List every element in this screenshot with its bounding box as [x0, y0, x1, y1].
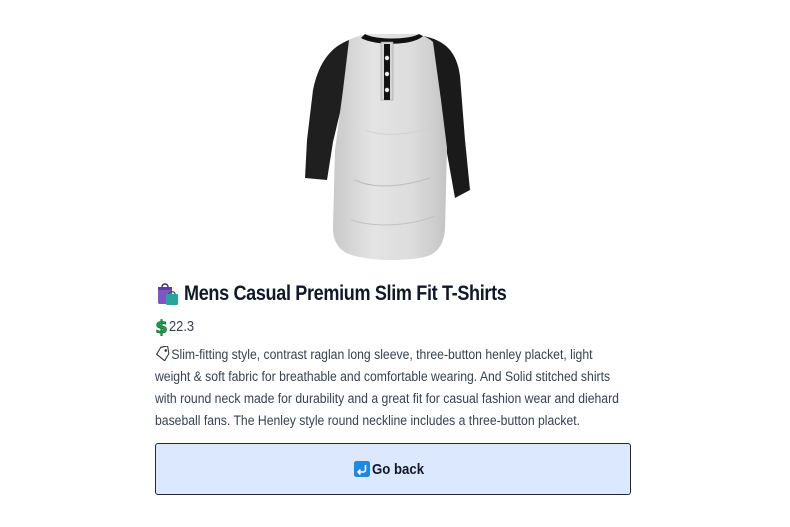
dollar-sign-icon: $ — [155, 317, 168, 336]
product-title-row: Mens Casual Premium Slim Fit T-Shirts — [155, 279, 631, 309]
tshirt-image — [305, 34, 470, 261]
product-price-row: $ 22.3 — [155, 315, 198, 337]
product-description-text: Slim-fitting style, contrast raglan long… — [155, 347, 619, 429]
product-title: Mens Casual Premium Slim Fit T-Shirts — [184, 282, 507, 305]
go-back-button[interactable]: Go back — [155, 443, 631, 495]
svg-text:$: $ — [155, 317, 168, 336]
product-image — [305, 30, 480, 265]
return-arrow-icon — [354, 461, 371, 477]
label-tag-icon — [155, 346, 170, 361]
product-description: Slim-fitting style, contrast raglan long… — [155, 344, 631, 432]
shopping-bags-icon — [158, 283, 178, 305]
product-price: 22.3 — [169, 317, 195, 335]
go-back-label: Go back — [372, 460, 425, 478]
